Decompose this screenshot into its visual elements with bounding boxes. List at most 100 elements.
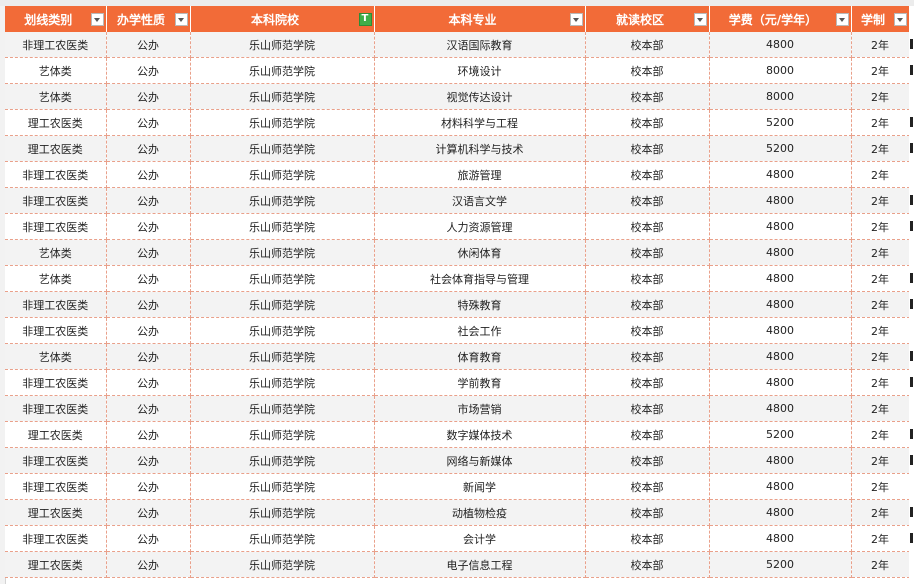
cell-tuition[interactable]: 5200 <box>709 551 852 578</box>
cell-university[interactable]: 乐山师范学院 <box>190 291 375 318</box>
cell-school-type[interactable]: 公办 <box>106 447 191 474</box>
cell-major[interactable]: 环境设计 <box>374 57 586 84</box>
cell-campus[interactable]: 校本部 <box>585 265 710 292</box>
cell-campus[interactable]: 校本部 <box>585 525 710 552</box>
cell-tuition[interactable]: 5200 <box>709 421 852 448</box>
cell-category[interactable]: 艺体类 <box>5 343 107 370</box>
cell-university[interactable]: 乐山师范学院 <box>190 109 375 136</box>
cell-category[interactable]: 艺体类 <box>5 83 107 110</box>
cell-duration[interactable]: 2年 <box>851 291 910 318</box>
cell-university[interactable]: 乐山师范学院 <box>190 239 375 266</box>
cell-major[interactable]: 社会体育指导与管理 <box>374 265 586 292</box>
cell-duration[interactable]: 2年 <box>851 395 910 422</box>
cell-tuition[interactable]: 4800 <box>709 291 852 318</box>
cell-university[interactable]: 乐山师范学院 <box>190 343 375 370</box>
cell-major[interactable]: 社会工作 <box>374 317 586 344</box>
cell-category[interactable]: 非理工农医类 <box>5 291 107 318</box>
cell-university[interactable]: 乐山师范学院 <box>190 32 375 58</box>
cell-category[interactable]: 理工农医类 <box>5 135 107 162</box>
cell-campus[interactable]: 校本部 <box>585 551 710 578</box>
filter-dropdown-icon[interactable] <box>893 13 907 26</box>
cell-campus[interactable]: 校本部 <box>585 395 710 422</box>
cell-duration[interactable]: 2年 <box>851 109 910 136</box>
cell-school-type[interactable]: 公办 <box>106 135 191 162</box>
cell-university[interactable]: 乐山师范学院 <box>190 525 375 552</box>
cell-campus[interactable]: 校本部 <box>585 447 710 474</box>
cell-category[interactable]: 非理工农医类 <box>5 161 107 188</box>
filter-dropdown-icon[interactable] <box>174 13 188 26</box>
cell-school-type[interactable]: 公办 <box>106 109 191 136</box>
cell-school-type[interactable]: 公办 <box>106 32 191 58</box>
cell-school-type[interactable]: 公办 <box>106 551 191 578</box>
cell-major[interactable]: 体育教育 <box>374 343 586 370</box>
cell-university[interactable]: 乐山师范学院 <box>190 317 375 344</box>
cell-tuition[interactable]: 4800 <box>709 213 852 240</box>
cell-campus[interactable]: 校本部 <box>585 291 710 318</box>
cell-university[interactable]: 乐山师范学院 <box>190 161 375 188</box>
cell-school-type[interactable]: 公办 <box>106 57 191 84</box>
cell-campus[interactable]: 校本部 <box>585 343 710 370</box>
cell-duration[interactable]: 2年 <box>851 213 910 240</box>
cell-tuition[interactable]: 4800 <box>709 161 852 188</box>
cell-tuition[interactable]: 4800 <box>709 32 852 58</box>
cell-university[interactable]: 乐山师范学院 <box>190 447 375 474</box>
cell-tuition[interactable]: 8000 <box>709 57 852 84</box>
cell-category[interactable]: 非理工农医类 <box>5 525 107 552</box>
cell-university[interactable]: 乐山师范学院 <box>190 369 375 396</box>
cell-category[interactable]: 非理工农医类 <box>5 213 107 240</box>
cell-category[interactable]: 非理工农医类 <box>5 187 107 214</box>
cell-duration[interactable]: 2年 <box>851 161 910 188</box>
filter-dropdown-icon[interactable] <box>835 13 849 26</box>
cell-tuition[interactable]: 4800 <box>709 499 852 526</box>
cell-tuition[interactable]: 8000 <box>709 83 852 110</box>
cell-major[interactable]: 动植物检疫 <box>374 499 586 526</box>
cell-school-type[interactable]: 公办 <box>106 317 191 344</box>
filter-dropdown-icon[interactable] <box>693 13 707 26</box>
cell-major[interactable]: 会计学 <box>374 525 586 552</box>
cell-major[interactable]: 人力资源管理 <box>374 213 586 240</box>
cell-category[interactable]: 非理工农医类 <box>5 447 107 474</box>
cell-category[interactable]: 非理工农医类 <box>5 317 107 344</box>
cell-university[interactable]: 乐山师范学院 <box>190 57 375 84</box>
cell-campus[interactable]: 校本部 <box>585 239 710 266</box>
cell-university[interactable]: 乐山师范学院 <box>190 213 375 240</box>
cell-university[interactable]: 乐山师范学院 <box>190 473 375 500</box>
cell-tuition[interactable]: 4800 <box>709 473 852 500</box>
cell-tuition[interactable]: 4800 <box>709 343 852 370</box>
cell-category[interactable]: 理工农医类 <box>5 551 107 578</box>
cell-major[interactable]: 视觉传达设计 <box>374 83 586 110</box>
cell-school-type[interactable]: 公办 <box>106 265 191 292</box>
cell-duration[interactable]: 2年 <box>851 187 910 214</box>
cell-tuition[interactable]: 4800 <box>709 239 852 266</box>
cell-duration[interactable]: 2年 <box>851 343 910 370</box>
cell-tuition[interactable]: 5200 <box>709 109 852 136</box>
cell-school-type[interactable]: 公办 <box>106 369 191 396</box>
cell-school-type[interactable]: 公办 <box>106 213 191 240</box>
cell-university[interactable]: 乐山师范学院 <box>190 499 375 526</box>
cell-major[interactable]: 材料科学与工程 <box>374 109 586 136</box>
cell-major[interactable]: 数字媒体技术 <box>374 421 586 448</box>
cell-university[interactable]: 乐山师范学院 <box>190 551 375 578</box>
cell-school-type[interactable]: 公办 <box>106 499 191 526</box>
cell-category[interactable]: 非理工农医类 <box>5 32 107 58</box>
cell-campus[interactable]: 校本部 <box>585 499 710 526</box>
cell-campus[interactable]: 校本部 <box>585 473 710 500</box>
cell-tuition[interactable]: 4800 <box>709 187 852 214</box>
cell-duration[interactable]: 2年 <box>851 473 910 500</box>
cell-campus[interactable]: 校本部 <box>585 109 710 136</box>
cell-duration[interactable]: 2年 <box>851 447 910 474</box>
cell-university[interactable]: 乐山师范学院 <box>190 83 375 110</box>
cell-duration[interactable]: 2年 <box>851 421 910 448</box>
filter-dropdown-icon[interactable] <box>569 13 583 26</box>
cell-major[interactable]: 休闲体育 <box>374 239 586 266</box>
cell-category[interactable]: 艺体类 <box>5 57 107 84</box>
cell-major[interactable]: 汉语国际教育 <box>374 32 586 58</box>
cell-campus[interactable]: 校本部 <box>585 317 710 344</box>
cell-major[interactable]: 特殊教育 <box>374 291 586 318</box>
cell-campus[interactable]: 校本部 <box>585 369 710 396</box>
cell-university[interactable]: 乐山师范学院 <box>190 421 375 448</box>
cell-duration[interactable]: 2年 <box>851 551 910 578</box>
cell-major[interactable]: 新闻学 <box>374 473 586 500</box>
cell-duration[interactable]: 2年 <box>851 32 910 58</box>
cell-major[interactable]: 电子信息工程 <box>374 551 586 578</box>
